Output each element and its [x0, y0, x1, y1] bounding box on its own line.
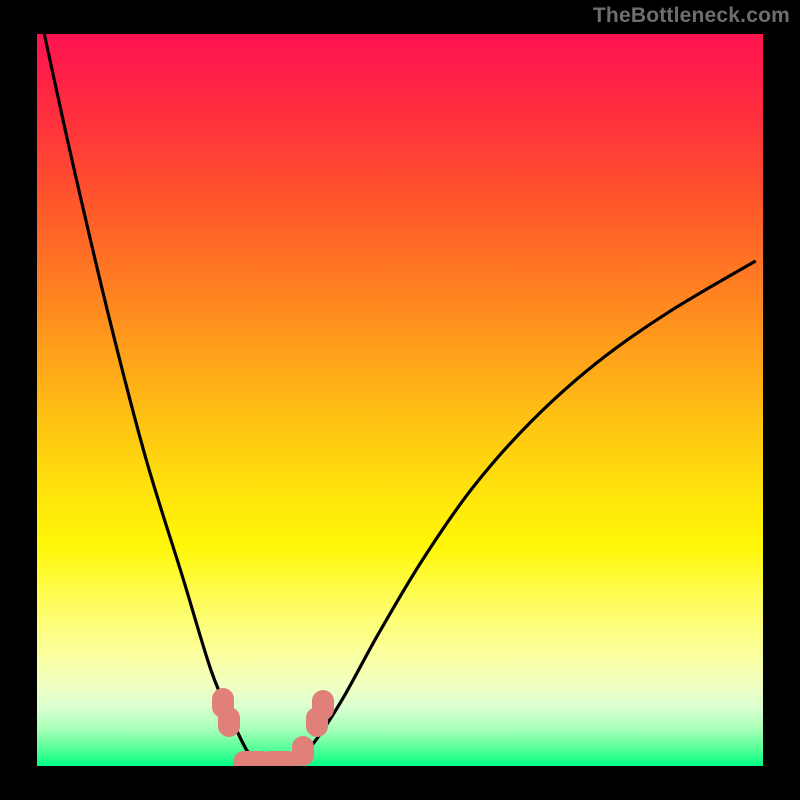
- curve-layer: [37, 34, 763, 766]
- chart-frame: TheBottleneck.com: [0, 0, 800, 800]
- curve-marker: [292, 736, 314, 766]
- attribution-label: TheBottleneck.com: [593, 4, 790, 28]
- curve-marker: [312, 690, 334, 720]
- plot-area: [37, 34, 763, 766]
- bottleneck-curve: [44, 34, 755, 766]
- curve-marker: [218, 707, 240, 737]
